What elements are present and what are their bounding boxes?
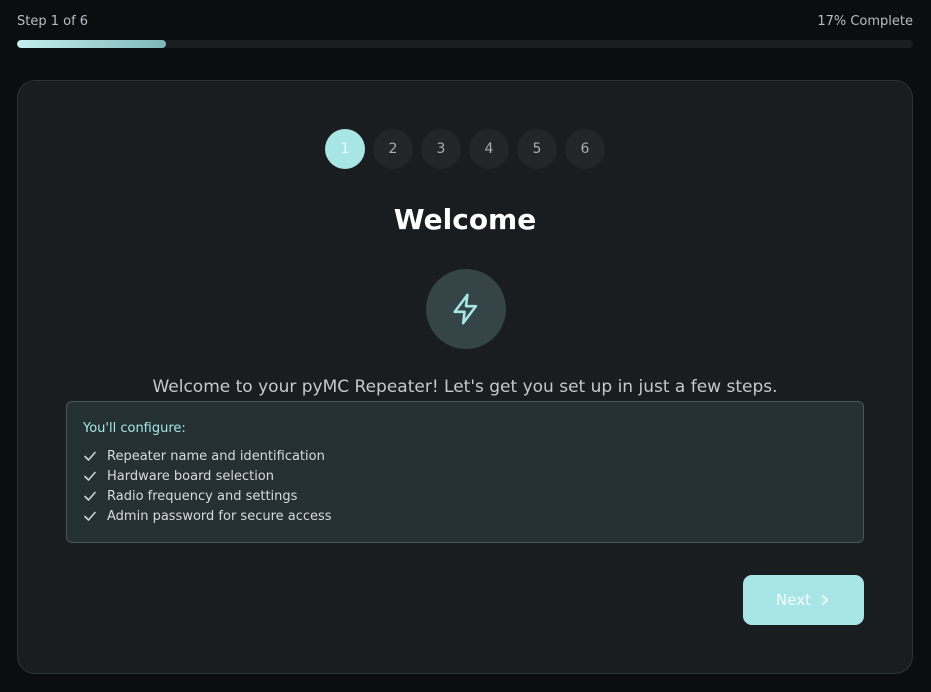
configure-summary: You'll configure: Repeater name and iden… [66, 401, 864, 543]
lightning-bolt-icon [453, 293, 478, 325]
step-dot-6[interactable]: 6 [565, 129, 605, 169]
step-dot-4[interactable]: 4 [469, 129, 509, 169]
list-item: Hardware board selection [83, 466, 847, 486]
check-icon [83, 509, 97, 523]
list-item: Radio frequency and settings [83, 486, 847, 506]
check-icon [83, 449, 97, 463]
configure-heading: You'll configure: [83, 421, 186, 436]
list-item-label: Admin password for secure access [107, 508, 332, 524]
check-icon [83, 469, 97, 483]
progress-header: Step 1 of 6 17% Complete [17, 14, 913, 54]
step-dot-3[interactable]: 3 [421, 129, 461, 169]
check-icon [83, 489, 97, 503]
list-item-label: Repeater name and identification [107, 448, 325, 464]
percent-complete: 17% Complete [817, 14, 913, 29]
list-item-label: Radio frequency and settings [107, 488, 298, 504]
step-dot-1[interactable]: 1 [325, 129, 365, 169]
chevron-right-icon [822, 595, 828, 605]
progress-bar [17, 40, 913, 48]
welcome-message: Welcome to your pyMC Repeater! Let's get… [152, 377, 778, 397]
list-item: Repeater name and identification [83, 446, 847, 466]
step-indicator: 1 2 3 4 5 6 [18, 129, 912, 169]
step-counter: Step 1 of 6 [17, 14, 89, 29]
configure-list: Repeater name and identification Hardwar… [83, 446, 847, 526]
wizard-card: 1 2 3 4 5 6 Welcome Welcome to your pyMC… [17, 80, 913, 674]
next-button-label: Next [776, 591, 811, 609]
list-item-label: Hardware board selection [107, 468, 275, 484]
progress-bar-fill [17, 40, 166, 48]
page-title: Welcome [393, 203, 537, 236]
next-button[interactable]: Next [743, 575, 864, 625]
welcome-icon-badge [426, 269, 506, 349]
list-item: Admin password for secure access [83, 506, 847, 526]
step-dot-2[interactable]: 2 [373, 129, 413, 169]
step-dot-5[interactable]: 5 [517, 129, 557, 169]
